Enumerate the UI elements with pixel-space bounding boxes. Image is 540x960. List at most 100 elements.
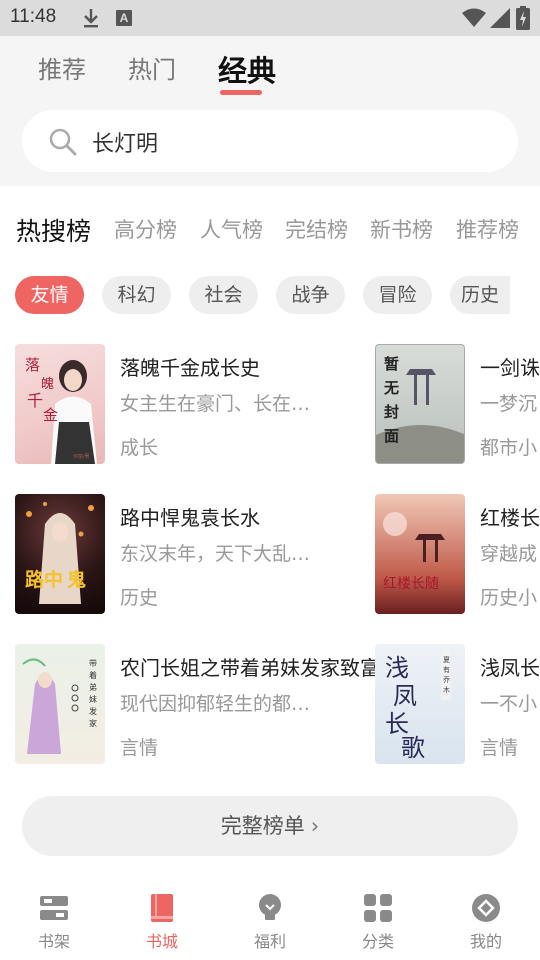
svg-text:带: 带 [89, 659, 97, 668]
bottom-nav: 书架 书城 福利 分类 我的 [0, 876, 540, 960]
book-desc: 一梦沉 [480, 393, 538, 415]
svg-text:歌: 歌 [401, 734, 425, 762]
svg-text:金: 金 [43, 406, 58, 424]
nav-bookstore[interactable]: 书城 [108, 876, 216, 960]
book-tag: 成长 [120, 437, 159, 459]
full-list-label: 完整榜单 [220, 814, 305, 838]
search-icon [49, 128, 77, 156]
svg-text:面: 面 [384, 427, 399, 445]
svg-text:无: 无 [383, 379, 399, 397]
cover-art: 红楼长随 [383, 512, 445, 592]
book-desc: 现代因抑郁轻生的都… [120, 693, 311, 715]
a-notification-icon: A [116, 10, 132, 26]
rank-tab-new[interactable]: 新书榜 [370, 214, 433, 244]
chip-society[interactable]: 社会 [189, 276, 258, 314]
rank-tab-high-score[interactable]: 高分榜 [114, 214, 177, 244]
svg-text:鬼: 鬼 [67, 568, 86, 591]
book-cover: 落 魄 千 金 何苗/著 [15, 344, 105, 464]
book-tag: 历史 [120, 587, 159, 609]
svg-text:妹: 妹 [89, 694, 97, 704]
svg-text:落: 落 [25, 356, 40, 374]
status-time: 11:48 [10, 6, 57, 27]
book-desc: 穿越成 [480, 543, 538, 565]
ranking-tabs: 热搜榜 高分榜 人气榜 完结榜 新书榜 推荐榜 [0, 210, 540, 250]
nav-category[interactable]: 分类 [324, 876, 432, 960]
rank-tab-hot-search[interactable]: 热搜榜 [16, 212, 91, 248]
book-title: 红楼长 [480, 506, 540, 530]
rank-tab-finished[interactable]: 完结榜 [285, 214, 348, 244]
svg-text:封: 封 [384, 403, 399, 421]
book-tag: 言情 [480, 737, 519, 759]
cover-art: 浅 凤 长 歌 夏 有 乔 木 [385, 650, 451, 762]
svg-text:路中: 路中 [25, 568, 63, 591]
book-desc: 女主生在豪门、长在… [120, 393, 311, 415]
rank-tab-popular[interactable]: 人气榜 [200, 214, 263, 244]
book-tag: 言情 [120, 737, 159, 759]
svg-text:乔: 乔 [443, 676, 450, 684]
svg-text:夏: 夏 [443, 656, 450, 664]
chip-friendship[interactable]: 友情 [15, 276, 84, 314]
svg-text:凤: 凤 [393, 682, 417, 710]
nav-welfare[interactable]: 福利 [216, 876, 324, 960]
svg-text:魄: 魄 [41, 376, 54, 392]
svg-text:有: 有 [443, 665, 450, 674]
book-tag: 都市小 [480, 437, 538, 459]
header: 推荐 热门 经典 长灯明 [0, 36, 540, 186]
book-cover: 带 着 弟 妹 发 家 [15, 644, 105, 764]
nav-bookshelf[interactable]: 书架 [0, 876, 108, 960]
nav-label: 书城 [145, 932, 178, 951]
status-bar: 11:48 A [0, 0, 540, 36]
nav-label: 书架 [37, 932, 70, 951]
book-desc: 一不小 [480, 693, 538, 715]
nav-profile[interactable]: 我的 [432, 876, 540, 960]
svg-text:木: 木 [443, 685, 450, 694]
book-item[interactable]: 红楼长随 [375, 494, 465, 614]
nav-label: 福利 [253, 932, 286, 951]
bookshelf-icon [40, 896, 68, 920]
svg-text:红楼长随: 红楼长随 [383, 576, 439, 592]
svg-text:着: 着 [89, 670, 97, 680]
book-cover: 浅 凤 长 歌 夏 有 乔 木 [375, 644, 465, 764]
cover-author: 何苗/著 [73, 453, 90, 460]
cover-art: 带 着 弟 妹 发 家 [22, 658, 97, 754]
right-column-text: 一剑诛 一梦沉 都市小 红楼长 穿越成 历史小 浅凤长 一不小 言情 [480, 0, 540, 800]
nav-label: 分类 [361, 932, 394, 951]
book-item[interactable]: 浅 凤 长 歌 夏 有 乔 木 [375, 644, 465, 764]
svg-text:发: 发 [89, 706, 97, 716]
tab-recommend[interactable]: 推荐 [38, 50, 86, 85]
svg-text:浅: 浅 [385, 654, 409, 682]
book-cover: 路中 鬼 [15, 494, 105, 614]
grid-icon [364, 894, 392, 922]
cover-art: 路中 鬼 [25, 502, 94, 604]
bookstore-icon [151, 894, 173, 922]
book-title: 一剑诛 [480, 356, 540, 380]
download-icon [84, 9, 98, 28]
book-title: 路中悍鬼袁长水 [120, 506, 260, 530]
tab-indicator [220, 90, 262, 95]
book-title: 浅凤长 [480, 656, 540, 680]
chip-war[interactable]: 战争 [276, 276, 345, 314]
svg-text:千: 千 [27, 391, 43, 410]
tab-hot[interactable]: 热门 [128, 50, 176, 85]
cover-art: 暂 无 封 面 [376, 355, 464, 463]
book-cover: 暂 无 封 面 [375, 344, 465, 464]
cover-art: 落 魄 千 金 何苗/著 [25, 356, 97, 464]
book-title: 落魄千金成长史 [120, 356, 260, 380]
book-desc: 东汉末年，天下大乱… [120, 543, 311, 565]
bulb-icon [259, 894, 281, 920]
tab-classic[interactable]: 经典 [218, 48, 276, 90]
book-cover: 红楼长随 [375, 494, 465, 614]
chip-scifi[interactable]: 科幻 [102, 276, 171, 314]
book-item[interactable]: 暂 无 封 面 [375, 344, 465, 464]
full-list-button[interactable]: 完整榜单 › [22, 796, 518, 856]
svg-text:家: 家 [89, 718, 97, 728]
book-title: 农门长姐之带着弟妹发家致富 [120, 656, 380, 680]
chevron-right-icon: › [310, 814, 320, 838]
svg-text:暂: 暂 [384, 355, 399, 373]
book-tag: 历史小 [480, 587, 538, 609]
profile-icon [472, 894, 500, 922]
search-input[interactable]: 长灯明 [22, 110, 518, 172]
svg-text:弟: 弟 [89, 682, 97, 692]
nav-label: 我的 [469, 932, 502, 951]
chip-adventure[interactable]: 冒险 [363, 276, 432, 314]
